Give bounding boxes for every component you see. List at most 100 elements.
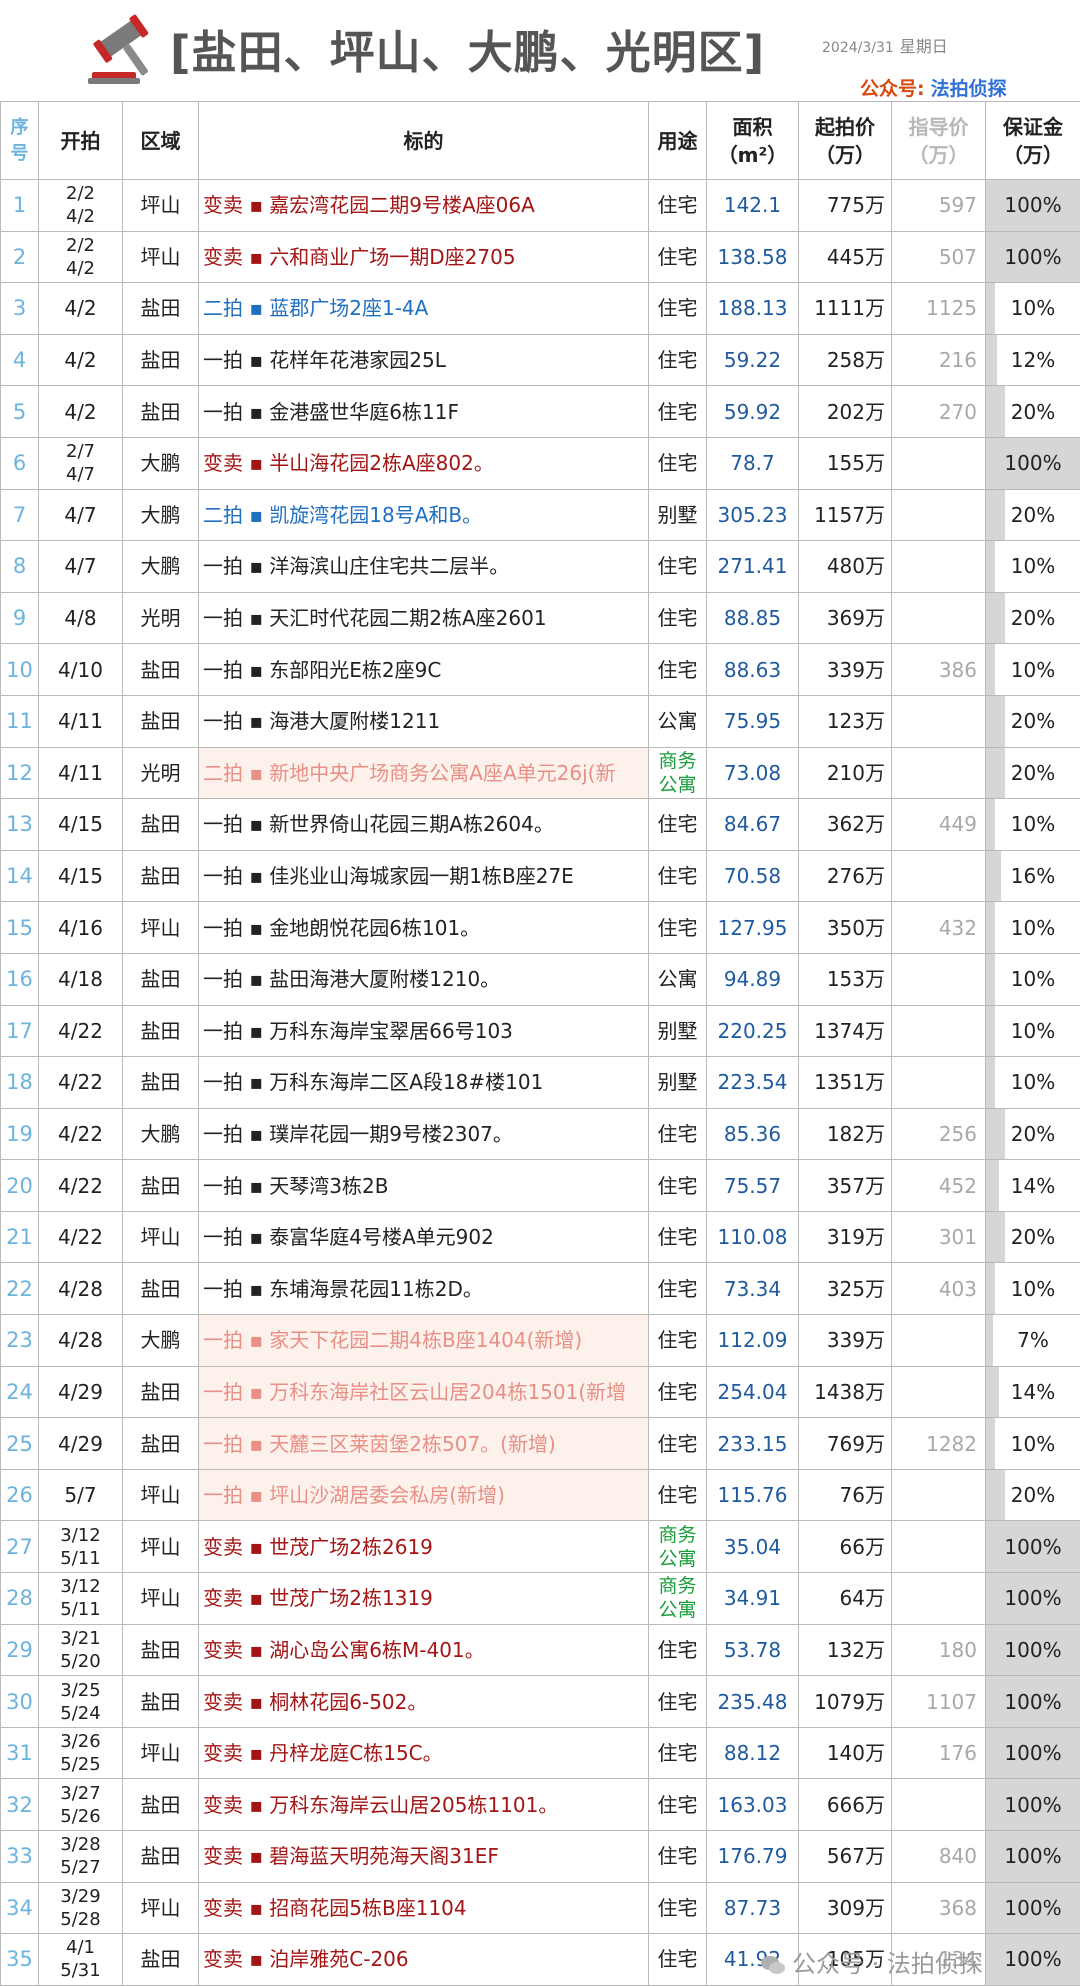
row-use: 公寓 — [649, 695, 707, 747]
row-seq: 31 — [1, 1727, 39, 1779]
row-start-date: 2/24/2 — [39, 180, 123, 232]
row-use-label: 住宅 — [658, 1174, 698, 1198]
row-use: 住宅 — [649, 334, 707, 386]
row-item: 一拍 ▪ 金地朗悦花园6栋101。 — [199, 902, 649, 954]
row-price: 357万 — [799, 1160, 892, 1212]
row-district: 盐田 — [123, 334, 199, 386]
row-area: 84.67 — [707, 799, 799, 851]
row-guide: 270 — [892, 386, 986, 438]
row-price: 309万 — [799, 1882, 892, 1934]
row-item: 一拍 ▪ 天琴湾3栋2B — [199, 1160, 649, 1212]
row-use: 住宅 — [649, 850, 707, 902]
row-use: 别墅 — [649, 489, 707, 541]
start-date-line1: 2/2 — [39, 234, 122, 257]
row-deposit: 100% — [986, 1831, 1080, 1883]
row-item: 变卖 ▪ 嘉宏湾花园二期9号楼A座06A — [199, 180, 649, 232]
start-date-line1: 4/2 — [39, 348, 122, 372]
row-item: 变卖 ▪ 半山海花园2栋A座802。 — [199, 437, 649, 489]
row-use: 住宅 — [649, 1366, 707, 1418]
row-use: 住宅 — [649, 1108, 707, 1160]
watermark: 公众号 · 法拍侦探 — [760, 1944, 983, 1979]
col-deposit: 保证金（万） — [986, 102, 1080, 180]
row-use-label: 住宅 — [658, 296, 698, 320]
row-guide: 176 — [892, 1727, 986, 1779]
row-item: 一拍 ▪ 璞岸花园一期9号楼2307。 — [199, 1108, 649, 1160]
row-guide — [892, 1469, 986, 1521]
row-start-date: 4/28 — [39, 1315, 123, 1367]
row-seq: 16 — [1, 953, 39, 1005]
row-area: 73.08 — [707, 747, 799, 799]
row-seq: 22 — [1, 1263, 39, 1315]
account-prefix: 公众号: — [860, 78, 925, 100]
table-row: 194/22大鹏一拍 ▪ 璞岸花园一期9号楼2307。住宅85.36182万25… — [1, 1108, 1080, 1160]
row-area: 115.76 — [707, 1469, 799, 1521]
row-price: 1351万 — [799, 1057, 892, 1109]
row-use-label: 住宅 — [658, 1122, 698, 1146]
deposit-value: 100% — [1004, 245, 1061, 269]
start-date-line1: 4/15 — [39, 812, 122, 836]
row-seq: 2 — [1, 231, 39, 283]
deposit-value: 20% — [1011, 1122, 1055, 1146]
row-area: 88.63 — [707, 644, 799, 696]
start-date-line1: 4/16 — [39, 916, 122, 940]
row-guide: 452 — [892, 1160, 986, 1212]
table-row: 254/29盐田一拍 ▪ 天麓三区莱茵堡2栋507。(新增)住宅233.1576… — [1, 1418, 1080, 1470]
row-seq: 4 — [1, 334, 39, 386]
table-row: 114/11盐田一拍 ▪ 海港大厦附楼1211公寓75.95123万20% — [1, 695, 1080, 747]
row-start-date: 4/15 — [39, 850, 123, 902]
row-use-label: 公寓 — [658, 709, 698, 733]
row-guide: 1125 — [892, 283, 986, 335]
row-item: 一拍 ▪ 海港大厦附楼1211 — [199, 695, 649, 747]
table-row: 144/15盐田一拍 ▪ 佳兆业山海城家园一期1栋B座27E住宅70.58276… — [1, 850, 1080, 902]
deposit-value: 10% — [1011, 1070, 1055, 1094]
deposit-bar — [986, 1212, 1005, 1263]
row-price: 1374万 — [799, 1005, 892, 1057]
row-item: 一拍 ▪ 盐田海港大厦附楼1210。 — [199, 953, 649, 1005]
row-area: 188.13 — [707, 283, 799, 335]
row-area: 271.41 — [707, 541, 799, 593]
row-use: 住宅 — [649, 1263, 707, 1315]
deposit-value: 10% — [1011, 967, 1055, 991]
row-item: 一拍 ▪ 天汇时代花园二期2栋A座2601 — [199, 592, 649, 644]
row-seq: 17 — [1, 1005, 39, 1057]
row-start-date: 3/125/11 — [39, 1521, 123, 1573]
row-use: 别墅 — [649, 1057, 707, 1109]
deposit-value: 10% — [1011, 1432, 1055, 1456]
row-district: 坪山 — [123, 180, 199, 232]
row-area: 220.25 — [707, 1005, 799, 1057]
row-item: 一拍 ▪ 东部阳光E栋2座9C — [199, 644, 649, 696]
row-start-date: 4/29 — [39, 1366, 123, 1418]
row-guide — [892, 747, 986, 799]
row-use-label: 住宅 — [658, 193, 698, 217]
row-use-label: 住宅 — [658, 1896, 698, 1920]
col-deposit-l2: （万） — [986, 141, 1080, 169]
watermark-text: 公众号 · 法拍侦探 — [792, 1950, 983, 1978]
row-area: 112.09 — [707, 1315, 799, 1367]
row-price: 132万 — [799, 1624, 892, 1676]
row-price: 210万 — [799, 747, 892, 799]
row-item: 变卖 ▪ 六和商业广场一期D座2705 — [199, 231, 649, 283]
row-price: 258万 — [799, 334, 892, 386]
wechat-icon — [760, 1954, 786, 1976]
deposit-value: 14% — [1011, 1380, 1055, 1404]
start-date-line2: 4/2 — [39, 205, 122, 228]
table-row: 184/22盐田一拍 ▪ 万科东海岸二区A段18#楼101别墅223.54135… — [1, 1057, 1080, 1109]
row-deposit: 20% — [986, 695, 1080, 747]
row-use-label: 别墅 — [658, 503, 698, 527]
row-seq: 10 — [1, 644, 39, 696]
row-use-label: 住宅 — [658, 1328, 698, 1352]
row-use: 商务公寓 — [649, 747, 707, 799]
row-deposit: 10% — [986, 541, 1080, 593]
deposit-value: 7% — [1017, 1328, 1049, 1352]
row-area: 75.95 — [707, 695, 799, 747]
deposit-value: 10% — [1011, 1277, 1055, 1301]
deposit-value: 100% — [1004, 451, 1061, 475]
row-use: 住宅 — [649, 902, 707, 954]
table-row: 54/2盐田一拍 ▪ 金港盛世华庭6栋11F住宅59.92202万27020% — [1, 386, 1080, 438]
row-guide: 216 — [892, 334, 986, 386]
row-use: 公寓 — [649, 953, 707, 1005]
row-start-date: 4/2 — [39, 386, 123, 438]
date-value: 2024/3/31 — [822, 40, 894, 56]
row-guide — [892, 437, 986, 489]
deposit-bar — [986, 902, 995, 953]
